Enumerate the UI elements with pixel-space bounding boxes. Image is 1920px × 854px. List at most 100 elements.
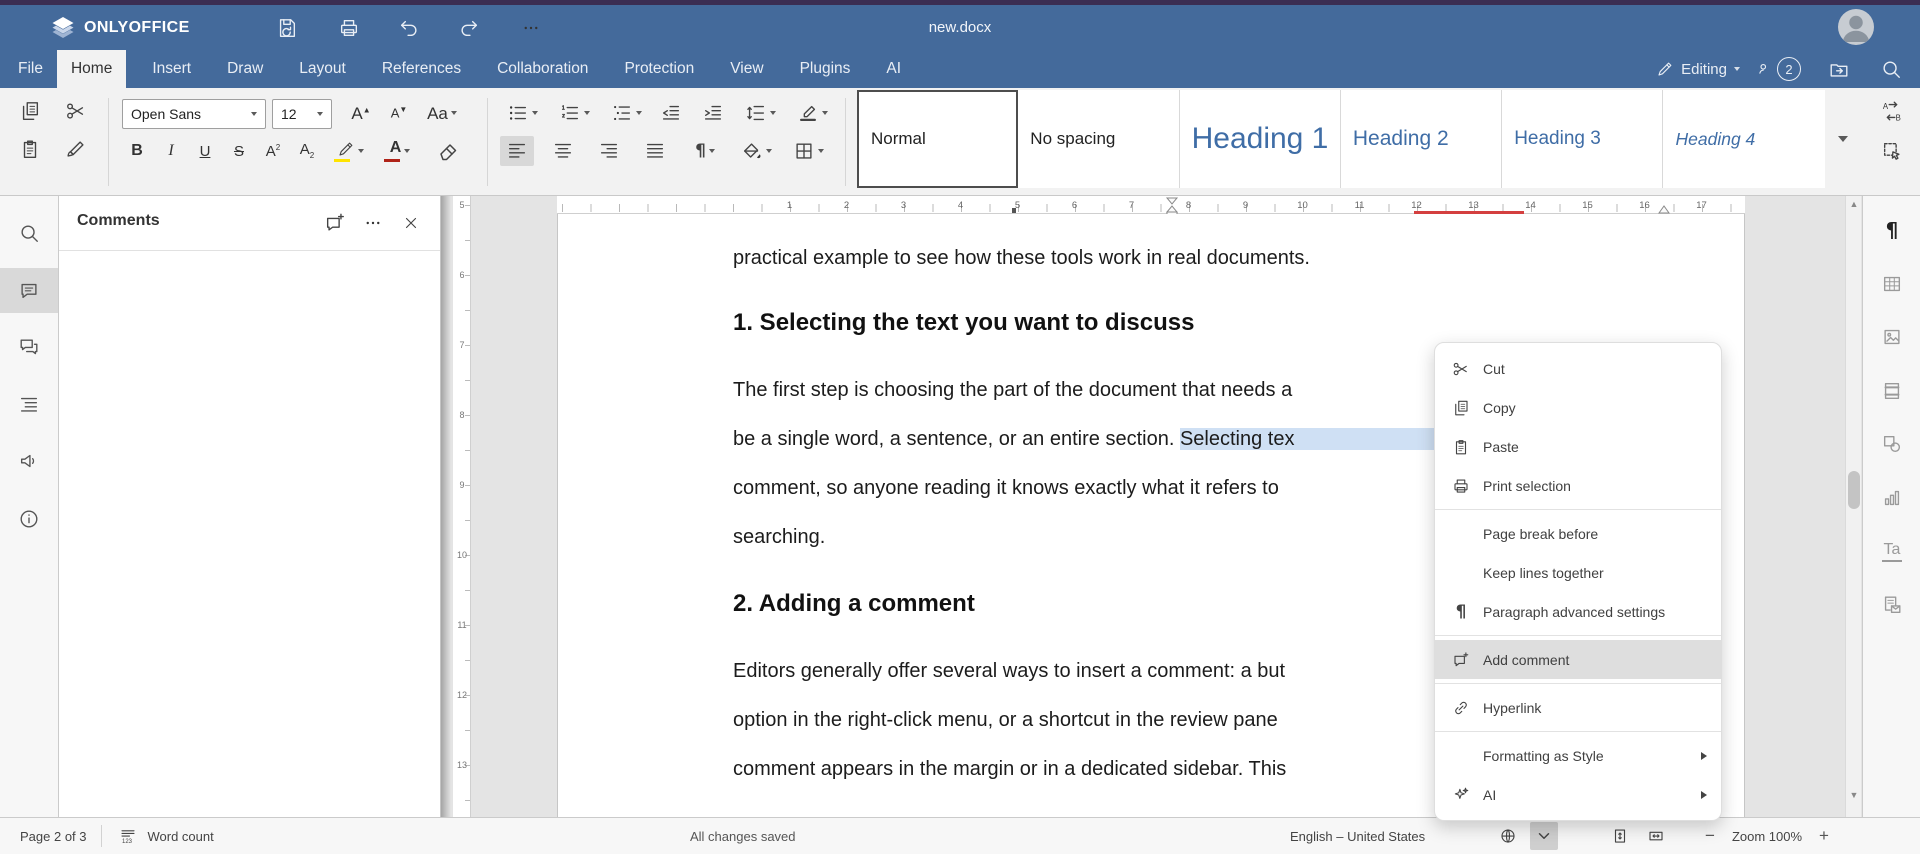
comments-close-button[interactable] [396, 208, 426, 238]
text-art-button[interactable]: Ta [1871, 530, 1913, 572]
tab-plugins[interactable]: Plugins [786, 50, 865, 88]
align-right-button[interactable] [592, 136, 626, 166]
sidebar-about-button[interactable] [0, 496, 58, 541]
clear-style-button[interactable] [430, 136, 464, 166]
align-justify-button[interactable] [638, 136, 672, 166]
sidebar-navigation-button[interactable] [0, 382, 58, 427]
sidebar-search-button[interactable] [0, 210, 58, 255]
bold-button[interactable]: B [122, 136, 152, 166]
mail-merge-button[interactable] [1871, 584, 1913, 626]
right-indent-marker[interactable] [1657, 204, 1671, 214]
change-case-button[interactable]: Aa [420, 98, 464, 128]
superscript-button[interactable]: A2 [258, 136, 288, 166]
style-heading-4[interactable]: Heading 4 [1663, 90, 1825, 188]
sidebar-chat-button[interactable] [0, 324, 58, 369]
shading-button[interactable] [734, 136, 778, 166]
menu-item-paragraph-advanced-settings[interactable]: ¶ Paragraph advanced settings [1435, 592, 1721, 631]
share-button[interactable] [1822, 53, 1856, 85]
copy-button[interactable] [13, 96, 47, 126]
table-settings-button[interactable] [1871, 263, 1913, 305]
fit-page-button[interactable] [1606, 822, 1634, 850]
style-heading-2[interactable]: Heading 2 [1340, 90, 1503, 188]
tab-collaboration[interactable]: Collaboration [483, 50, 602, 88]
scrollbar-thumb[interactable] [1848, 471, 1860, 509]
menu-item-formatting-as-style[interactable]: Formatting as Style [1435, 736, 1721, 775]
word-count-label[interactable]: Word count [148, 829, 214, 844]
menu-item-print-selection[interactable]: Print selection [1435, 466, 1721, 505]
increase-indent-button[interactable] [696, 98, 730, 128]
bullets-button[interactable] [500, 98, 544, 128]
numbering-button[interactable] [552, 98, 596, 128]
tab-file[interactable]: File [4, 50, 57, 88]
comments-more-button[interactable] [358, 208, 388, 238]
menu-item-ai[interactable]: AI [1435, 775, 1721, 814]
scroll-down-icon[interactable]: ▼ [1849, 790, 1859, 800]
style-normal[interactable]: Normal [857, 90, 1019, 188]
menu-item-copy[interactable]: Copy [1435, 388, 1721, 427]
save-button[interactable] [270, 12, 304, 44]
menu-item-paste[interactable]: Paste [1435, 427, 1721, 466]
style-no-spacing[interactable]: No spacing [1018, 90, 1180, 188]
search-button[interactable] [1874, 53, 1908, 85]
font-size-select[interactable]: 12 [272, 99, 332, 129]
undo-button[interactable] [392, 12, 426, 44]
users-button[interactable]: 2 [1758, 54, 1804, 84]
copy-style-button[interactable] [59, 134, 93, 164]
borders-button[interactable] [786, 136, 830, 166]
strikethrough-button[interactable]: S [224, 136, 254, 166]
fit-width-button[interactable] [1642, 822, 1670, 850]
decrease-indent-button[interactable] [654, 98, 688, 128]
nonprinting-chars-button[interactable]: ¶ [684, 136, 726, 166]
tab-insert[interactable]: Insert [138, 50, 205, 88]
menu-item-hyperlink[interactable]: Hyperlink [1435, 688, 1721, 727]
horizontal-ruler[interactable]: 1 2 3 4 5 6 7 8 9 10 11 12 13 14 15 16 17 [557, 196, 1745, 214]
spellcheck-button[interactable] [1530, 822, 1558, 850]
menu-item-cut[interactable]: Cut [1435, 349, 1721, 388]
decrease-font-button[interactable]: A▼ [382, 98, 416, 128]
tab-view[interactable]: View [716, 50, 777, 88]
tab-home[interactable]: Home [56, 50, 127, 88]
underline-button[interactable]: U [190, 136, 220, 166]
sidebar-comments-button[interactable] [0, 268, 58, 313]
select-all-button[interactable] [1875, 136, 1909, 166]
print-button[interactable] [332, 12, 366, 44]
set-language-button[interactable] [1494, 822, 1522, 850]
tab-protection[interactable]: Protection [610, 50, 708, 88]
more-actions-button[interactable] [514, 12, 548, 44]
styles-expand-button[interactable] [1828, 124, 1858, 154]
align-center-button[interactable] [546, 136, 580, 166]
language-label[interactable]: English – United States [1290, 829, 1468, 844]
align-left-button[interactable] [500, 136, 534, 166]
replace-button[interactable] [1875, 96, 1909, 126]
paragraph-color-button[interactable] [790, 98, 834, 128]
zoom-in-button[interactable]: + [1810, 822, 1838, 850]
header-footer-button[interactable] [1871, 370, 1913, 412]
multilevel-list-button[interactable] [604, 98, 648, 128]
tab-draw[interactable]: Draw [213, 50, 277, 88]
italic-button[interactable]: I [156, 136, 186, 166]
editing-mode-dropdown[interactable]: Editing [1656, 60, 1740, 78]
cut-button[interactable] [59, 96, 93, 126]
shape-settings-button[interactable] [1871, 423, 1913, 465]
vertical-scrollbar[interactable]: ▲ ▼ [1845, 196, 1861, 817]
word-count-button[interactable] [116, 822, 140, 850]
menu-item-add-comment[interactable]: Add comment [1435, 640, 1721, 679]
style-heading-3[interactable]: Heading 3 [1502, 90, 1664, 188]
menu-item-page-break-before[interactable]: Page break before [1435, 514, 1721, 553]
zoom-out-button[interactable]: − [1696, 822, 1724, 850]
scroll-up-icon[interactable]: ▲ [1849, 199, 1859, 209]
subscript-button[interactable]: A2 [292, 136, 322, 166]
highlight-color-button[interactable] [328, 136, 372, 166]
sidebar-feedback-button[interactable] [0, 438, 58, 483]
tab-layout[interactable]: Layout [285, 50, 360, 88]
image-settings-button[interactable] [1871, 316, 1913, 358]
page-indicator[interactable]: Page 2 of 3 [20, 829, 87, 844]
chart-settings-button[interactable] [1871, 477, 1913, 519]
line-spacing-button[interactable] [738, 98, 782, 128]
increase-font-button[interactable]: A▲ [344, 98, 378, 128]
menu-item-keep-lines-together[interactable]: Keep lines together [1435, 553, 1721, 592]
redo-button[interactable] [452, 12, 486, 44]
tab-ai[interactable]: AI [872, 50, 915, 88]
font-color-button[interactable]: A [378, 136, 422, 166]
add-comment-button[interactable] [320, 208, 350, 238]
